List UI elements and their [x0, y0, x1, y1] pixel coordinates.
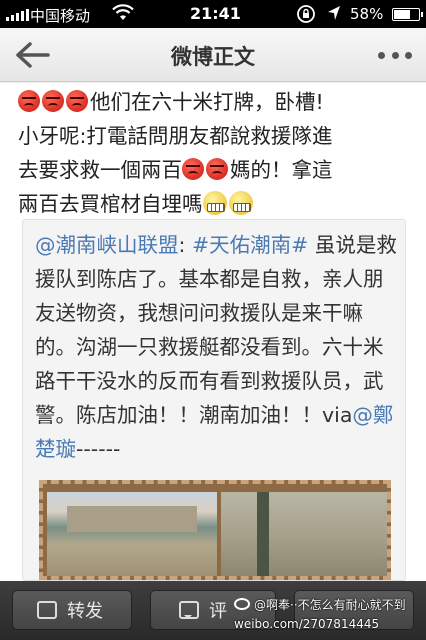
- reposted-weibo[interactable]: @潮南峡山联盟: #天佑潮南# 虽说是救援队到陈店了。基本都是自救，亲人朋友送物…: [22, 219, 406, 581]
- wifi-icon: [112, 4, 134, 26]
- post-detail: 他们在六十米打牌，卧槽! 小牙呢:打電話問朋友都說救援隊進 去要求救一個兩百 媽的…: [0, 83, 426, 581]
- repost-body: 虽说是救援队到陈店了。基本都是自救，亲人朋友送物资，我想问问救援队是来干嘛的。沟…: [35, 233, 397, 427]
- post-text: 他们在六十米打牌，卧槽! 小牙呢:打電話問朋友都說救援隊進 去要求救一個兩百 媽的…: [18, 85, 418, 221]
- location-icon: [326, 4, 342, 26]
- grimace-emoji-icon: [202, 191, 227, 215]
- post-line: 小牙呢:打電話問朋友都說救援隊進: [18, 124, 333, 148]
- watermark-user: @啊奉··不怎么有耐心就不到: [254, 598, 406, 612]
- weibo-logo-icon: [234, 598, 250, 610]
- post-line: 兩百去買棺材自埋嗎: [18, 187, 418, 221]
- more-icon[interactable]: [378, 42, 412, 68]
- post-line: 去要求救一個兩百 媽的！拿這: [18, 153, 418, 187]
- angry-emoji-icon: [182, 158, 204, 180]
- repost-icon: [37, 601, 57, 619]
- post-line-text: 他们在六十米打牌，卧槽!: [90, 90, 324, 114]
- watermark-url: weibo.com/2707814445: [234, 617, 380, 631]
- battery-percent: 58%: [350, 5, 384, 23]
- post-line: 他们在六十米打牌，卧槽!: [18, 85, 418, 119]
- post-line-text: 去要求救一個兩百: [18, 158, 182, 182]
- angry-emoji-icon: [42, 90, 64, 112]
- signal-icon: [6, 9, 29, 21]
- weibo-watermark: @啊奉··不怎么有耐心就不到 weibo.com/2707814445: [234, 596, 424, 634]
- flood-street-photo: [47, 492, 217, 576]
- comment-button-label: 评: [209, 601, 227, 622]
- clock: 21:41: [190, 4, 241, 23]
- nav-bar: 微博正文: [0, 28, 426, 82]
- battery-icon: [392, 8, 423, 21]
- watermark-line: @啊奉··不怎么有耐心就不到: [234, 596, 424, 615]
- hashtag-link[interactable]: #天佑潮南#: [192, 233, 308, 257]
- rotation-lock-icon: [296, 4, 316, 28]
- grimace-emoji-icon: [228, 191, 253, 215]
- carrier-label: 中国移动: [30, 7, 91, 25]
- comment-icon: [179, 601, 199, 619]
- repost-text: @潮南峡山联盟: #天佑潮南# 虽说是救援队到陈店了。基本都是自救，亲人朋友送物…: [35, 228, 401, 466]
- post-line-text: 兩百去買棺材自埋嗎: [18, 192, 203, 216]
- mention-link[interactable]: @潮南峡山联盟: [35, 233, 179, 257]
- angry-emoji-icon: [206, 158, 228, 180]
- post-line-text: 媽的！拿這: [230, 158, 333, 182]
- repost-button-label: 转发: [67, 601, 103, 622]
- angry-emoji-icon: [66, 90, 88, 112]
- page-title: 微博正文: [171, 45, 255, 69]
- flood-tree-photo: [221, 492, 387, 576]
- repost-separator: :: [178, 233, 192, 257]
- angry-emoji-icon: [18, 90, 40, 112]
- status-bar: 中国移动 21:41 58%: [0, 0, 426, 28]
- attached-photo[interactable]: [39, 480, 391, 580]
- repost-tail: ------: [76, 437, 121, 461]
- repost-button[interactable]: 转发: [12, 590, 132, 630]
